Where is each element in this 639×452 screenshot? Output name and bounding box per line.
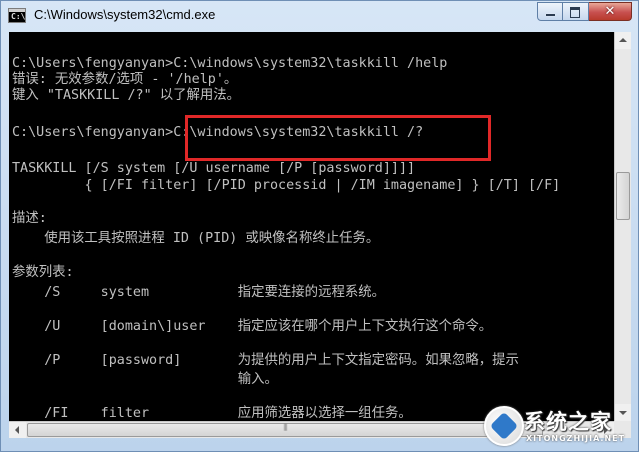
watermark-subtext: XITONGZHIJIA.NET: [526, 434, 626, 443]
console-line: 参数列表:: [12, 265, 74, 280]
console-line: 描述:: [12, 211, 47, 226]
minimize-button[interactable]: [537, 2, 563, 21]
console-line: { [/FI filter] [/PID processid | /IM ima…: [12, 178, 561, 193]
watermark-logo-icon: [484, 406, 524, 446]
console-line: C:\Users\fengyanyan>C:\windows\system32\…: [12, 56, 448, 71]
cmd-window: C:\ C:\Windows\system32\cmd.exe ✕ C:\Use…: [0, 0, 639, 452]
close-icon: ✕: [604, 4, 616, 19]
scroll-left-arrow-icon[interactable]: [9, 422, 26, 438]
title-bar[interactable]: C:\ C:\Windows\system32\cmd.exe ✕: [1, 1, 638, 32]
console-line: 错误: 无效参数/选项 - '/help'。: [12, 72, 238, 87]
console-line: /U [domain\]user 指定应该在哪个用户上下文执行这个命令。: [12, 319, 493, 334]
maximize-button[interactable]: [563, 2, 589, 21]
console-line: 键入 "TASKKILL /?" 以了解用法。: [12, 88, 241, 103]
vertical-scrollbar[interactable]: [614, 32, 631, 421]
watermark-text: 系统之家: [524, 410, 612, 434]
console-line: /FI filter 应用筛选器以选择一组任务。: [12, 406, 412, 421]
highlight-box: [185, 115, 491, 161]
close-button[interactable]: ✕: [589, 2, 632, 21]
console-line: 输入。: [12, 372, 278, 387]
vertical-scroll-thumb[interactable]: [616, 172, 630, 220]
console-line: /S system 指定要连接的远程系统。: [12, 285, 386, 300]
watermark: 系统之家 XITONGZHIJIA.NET: [480, 404, 635, 448]
console-line: /P [password] 为提供的用户上下文指定密码。如果忽略，提示: [12, 353, 519, 368]
console-output[interactable]: C:\Users\fengyanyan>C:\windows\system32\…: [9, 32, 614, 421]
horizontal-scroll-thumb[interactable]: [27, 423, 543, 437]
scroll-up-arrow-icon[interactable]: [615, 32, 631, 49]
console-line: 使用该工具按照进程 ID (PID) 或映像名称终止任务。: [12, 231, 380, 246]
cmd-icon-glyph: C:\: [11, 12, 26, 21]
window-title: C:\Windows\system32\cmd.exe: [34, 7, 216, 22]
cmd-app-icon[interactable]: C:\: [8, 8, 26, 23]
window-controls: ✕: [537, 2, 632, 21]
console-line: TASKKILL [/S system [/U username [/P [pa…: [12, 161, 416, 176]
